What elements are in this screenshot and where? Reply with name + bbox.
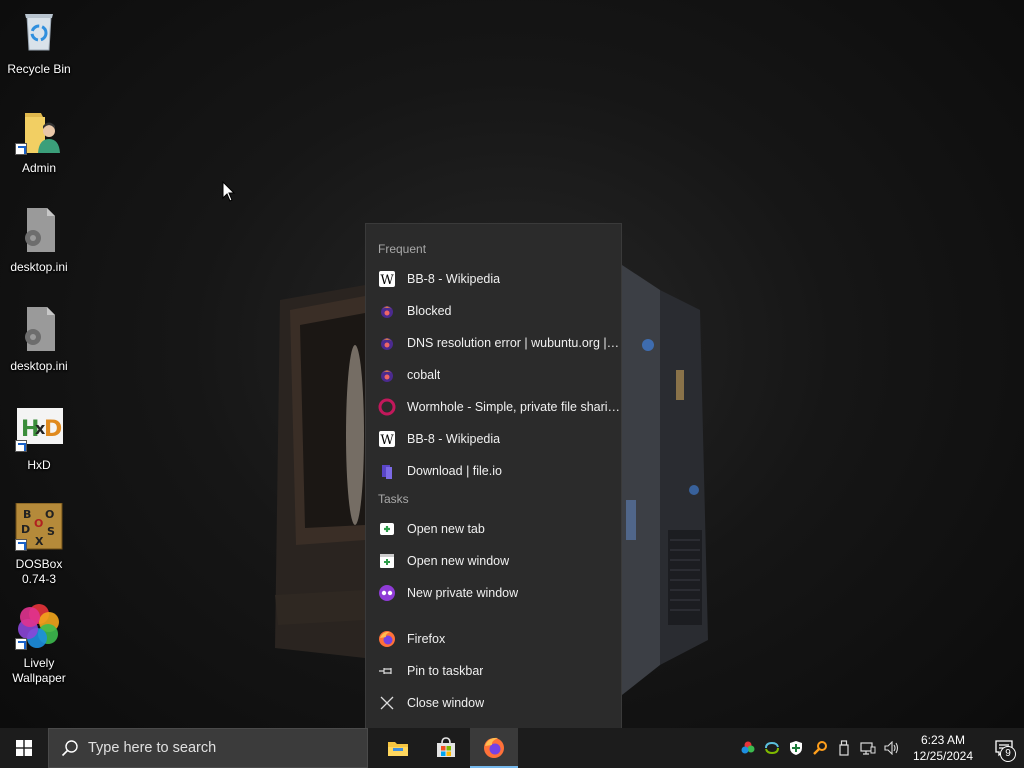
tray-sync-icon[interactable]: [760, 728, 784, 768]
jumplist-item-blocked[interactable]: Blocked: [366, 295, 621, 327]
shortcut-arrow-icon: [15, 638, 27, 650]
new-window-icon: [378, 552, 396, 570]
firefox-private-icon: [378, 302, 396, 320]
desktop-icon-dosbox[interactable]: B O D O S X DOSBox 0.74-3: [4, 502, 74, 587]
wikipedia-icon: W: [378, 430, 396, 448]
jumplist-task-new-private-window[interactable]: New private window: [366, 577, 621, 609]
shortcut-arrow-icon: [15, 440, 27, 452]
svg-text:S: S: [47, 525, 55, 538]
jumplist-tasks-header: Tasks: [378, 492, 409, 506]
taskbar: Type here to search 6:23 AM 12/25/2024 9: [0, 728, 1024, 768]
desktop-icon-label: desktop.ini: [10, 260, 68, 274]
system-tray: 6:23 AM 12/25/2024 9: [736, 728, 1024, 768]
taskbar-clock[interactable]: 6:23 AM 12/25/2024: [908, 732, 978, 764]
desktop-icon-recycle-bin[interactable]: Recycle Bin: [4, 8, 74, 77]
settings-file-icon: [15, 206, 63, 254]
clock-date: 12/25/2024: [912, 749, 974, 763]
search-icon: [61, 740, 78, 757]
jumplist-pin-to-taskbar[interactable]: Pin to taskbar: [366, 655, 621, 687]
jumplist-item-cobalt[interactable]: cobalt: [366, 359, 621, 391]
recycle-bin-icon: [15, 8, 63, 56]
jumplist-item-bb8-wikipedia-2[interactable]: W BB-8 - Wikipedia: [366, 423, 621, 455]
lively-wallpaper-icon: [15, 602, 63, 650]
jumplist-item-bb8-wikipedia[interactable]: W BB-8 - Wikipedia: [366, 263, 621, 295]
private-window-icon: [378, 584, 396, 602]
shortcut-arrow-icon: [15, 539, 27, 551]
fileio-icon: [378, 462, 396, 480]
clock-time: 6:23 AM: [920, 733, 966, 747]
jumplist-app-firefox[interactable]: Firefox: [366, 623, 621, 655]
jumplist-item-download-fileio[interactable]: Download | file.io: [366, 455, 621, 487]
desktop-icon-desktop-ini-2[interactable]: desktop.ini: [4, 305, 74, 374]
action-center-button[interactable]: 9: [984, 728, 1024, 768]
jumplist-close-window[interactable]: Close window: [366, 687, 621, 719]
search-placeholder: Type here to search: [88, 740, 217, 756]
desktop-icon-admin[interactable]: Admin: [4, 107, 74, 176]
jumplist-task-open-new-window[interactable]: Open new window: [366, 545, 621, 577]
svg-text:O: O: [45, 508, 54, 521]
firefox-icon: [378, 630, 396, 648]
taskbar-app-microsoft-store[interactable]: [422, 728, 470, 768]
shortcut-arrow-icon: [15, 143, 27, 155]
hxd-icon: H x D: [15, 404, 63, 452]
desktop-icon-label: Lively Wallpaper: [12, 656, 66, 685]
tray-security-shield-icon[interactable]: [784, 728, 808, 768]
firefox-private-icon: [378, 366, 396, 384]
svg-text:D: D: [21, 523, 30, 536]
firefox-icon: [484, 737, 504, 758]
pin-icon: [378, 662, 396, 680]
windows-logo-icon: [16, 740, 32, 756]
svg-text:W: W: [380, 273, 394, 288]
desktop-icon-desktop-ini-1[interactable]: desktop.ini: [4, 206, 74, 275]
user-folder-icon: [15, 107, 63, 155]
tray-lively-icon[interactable]: [736, 728, 760, 768]
file-explorer-icon: [388, 742, 408, 756]
taskbar-app-firefox[interactable]: [470, 728, 518, 768]
desktop-icon-label: Admin: [21, 161, 56, 175]
dosbox-icon: B O D O S X: [15, 502, 63, 551]
jumplist-frequent-header: Frequent: [378, 242, 427, 256]
tray-usb-icon[interactable]: [832, 728, 856, 768]
desktop-icon-label: DOSBox 0.74-3: [15, 557, 63, 586]
tray-network-icon[interactable]: [856, 728, 880, 768]
desktop-icon-label: desktop.ini: [10, 359, 68, 373]
firefox-jump-list: Frequent W BB-8 - Wikipedia Blocked DNS …: [365, 223, 622, 728]
tray-volume-icon[interactable]: [880, 728, 904, 768]
close-icon: [378, 694, 396, 712]
start-button[interactable]: [0, 728, 48, 768]
wikipedia-icon: W: [378, 270, 396, 288]
tray-search-tool-icon[interactable]: [808, 728, 832, 768]
taskbar-app-file-explorer[interactable]: [374, 728, 422, 768]
svg-text:X: X: [35, 535, 44, 548]
wormhole-icon: [378, 398, 396, 416]
svg-text:B: B: [23, 508, 31, 521]
mouse-cursor-icon: [222, 181, 236, 202]
firefox-private-icon: [378, 334, 396, 352]
desktop-icon-hxd[interactable]: H x D HxD: [4, 404, 74, 473]
desktop-icon-lively-wallpaper[interactable]: Lively Wallpaper: [4, 602, 74, 686]
new-tab-icon: [378, 520, 396, 538]
jumplist-item-wormhole[interactable]: Wormhole - Simple, private file sharing: [366, 391, 621, 423]
svg-text:O: O: [34, 517, 43, 530]
notification-count-badge: 9: [1000, 746, 1016, 762]
microsoft-store-icon: [437, 737, 455, 757]
settings-file-icon: [15, 305, 63, 353]
jumplist-item-dns-resolution-error[interactable]: DNS resolution error | wubuntu.org | C..…: [366, 327, 621, 359]
desktop-icon-label: Recycle Bin: [7, 62, 71, 76]
desktop-icon-label: HxD: [27, 458, 51, 472]
svg-text:W: W: [380, 433, 394, 448]
jumplist-task-open-new-tab[interactable]: Open new tab: [366, 513, 621, 545]
svg-text:D: D: [44, 417, 62, 442]
taskbar-search-box[interactable]: Type here to search: [48, 728, 368, 768]
